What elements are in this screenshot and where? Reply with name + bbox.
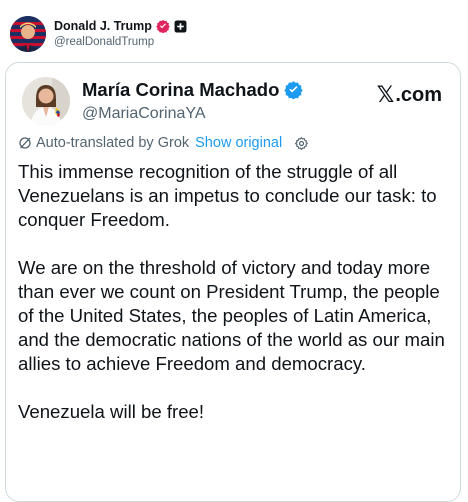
outer-display-name[interactable]: Donald J. Trump [54,19,152,33]
x-logo-icon: 𝕏 [376,82,395,107]
post-paragraph: This immense recognition of the struggle… [18,161,437,230]
grok-slash-icon [18,136,32,150]
quoted-handle[interactable]: @MariaCorinaYA [82,104,303,123]
avatar[interactable] [22,77,70,125]
translation-bar: Auto-translated by Grok Show original [18,135,309,151]
outer-post-header: Donald J. Trump @realDonaldTrump [10,14,187,54]
x-com-watermark: 𝕏 .com [377,82,442,108]
translation-label: Auto-translated by Grok [36,135,190,151]
gear-icon[interactable] [294,136,309,151]
government-affiliate-icon [174,20,187,33]
post-paragraph: We are on the threshold of victory and t… [18,257,445,374]
show-original-link[interactable]: Show original [195,135,282,151]
avatar-image [10,16,46,52]
verified-check-icon [284,80,304,100]
quoted-display-name[interactable]: María Corina Machado [82,79,279,101]
quoted-post-card[interactable]: María Corina Machado @MariaCorinaYA 𝕏 .c… [5,62,461,502]
quoted-post-text: This immense recognition of the struggle… [18,160,450,424]
x-com-label: .com [395,83,442,106]
pink-check-badge-icon [156,19,170,34]
post-paragraph: Venezuela will be free! [18,401,205,422]
quoted-post-header: María Corina Machado @MariaCorinaYA [22,77,304,125]
avatar-image [22,77,70,125]
outer-handle[interactable]: @realDonaldTrump [54,36,187,49]
avatar[interactable] [10,16,46,52]
